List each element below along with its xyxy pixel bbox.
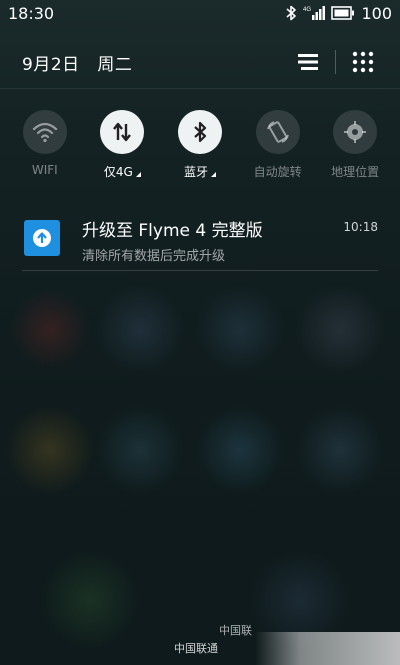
toggle-bluetooth[interactable]: 蓝牙 [163,110,237,190]
toggle-mobile-data[interactable]: 仅4G [85,110,159,190]
toggle-bluetooth-label: 蓝牙 [184,163,216,180]
notification-texts: 升级至 Flyme 4 完整版 清除所有数据后完成升级 [82,208,343,264]
battery-icon [331,6,355,20]
notification-separator [22,270,378,271]
notification-header: 9月2日 周二 [0,44,400,80]
date-text: 9月2日 [22,54,80,75]
carrier-label-top: 中国联 [219,624,252,637]
network-type-text: 4G [303,7,311,13]
toggle-auto-rotate-label: 自动旋转 [253,165,302,179]
auto-rotate-icon [266,121,289,143]
quick-toggles: WIFI 仅4G 蓝牙 自动旋转 地理位置 [0,110,400,190]
notification-time: 10:18 [343,220,378,234]
toggle-location-label: 地理位置 [331,165,380,179]
notification-item[interactable]: 升级至 Flyme 4 完整版 清除所有数据后完成升级 10:18 [22,208,378,270]
wifi-icon [32,122,57,143]
toggle-mobile-data-label: 仅4G [104,163,141,180]
watermark-overlay [255,632,400,665]
upgrade-icon [33,229,51,247]
expand-caret-icon [135,172,141,177]
toggle-location-circle[interactable] [333,110,378,154]
status-time: 18:30 [8,3,55,23]
date-display: 9月2日 周二 [22,50,132,75]
battery-level: 100 [361,3,392,23]
header-separator [0,88,400,89]
location-icon [344,121,367,143]
toggle-wifi-circle[interactable] [22,110,67,154]
grid-menu-button[interactable] [348,47,378,77]
notification-subtitle: 清除所有数据后完成升级 [82,249,226,264]
toggle-location[interactable]: 地理位置 [318,110,392,190]
status-bar: 18:30 4G 100 [0,0,400,26]
header-actions [293,47,378,77]
blurred-background [0,0,400,665]
toggle-auto-rotate[interactable]: 自动旋转 [241,110,315,190]
toggle-auto-rotate-circle[interactable] [255,110,300,154]
status-icons: 4G 100 [285,4,392,23]
toggle-wifi[interactable]: WIFI [8,110,82,190]
signal-icon: 4G [303,5,326,21]
toggle-bluetooth-text: 蓝牙 [183,165,208,179]
notification-title: 升级至 Flyme 4 完整版 [82,221,263,241]
bluetooth-icon [194,121,207,143]
grid-icon [352,51,374,73]
toggle-bluetooth-circle[interactable] [177,110,222,154]
toggle-wifi-label: WIFI [31,163,58,177]
toggle-mobile-data-text: 仅4G [103,165,133,179]
toggle-mobile-data-circle[interactable] [100,110,145,154]
bluetooth-status-icon [285,5,297,21]
list-icon [298,54,318,70]
notification-app-icon [24,220,60,256]
header-divider [335,50,336,74]
clear-all-button[interactable] [293,47,323,77]
weekday-text: 周二 [97,54,133,75]
carrier-label: 中国联通 [174,642,218,655]
mobile-data-icon [113,122,132,142]
expand-caret-icon [210,172,216,177]
